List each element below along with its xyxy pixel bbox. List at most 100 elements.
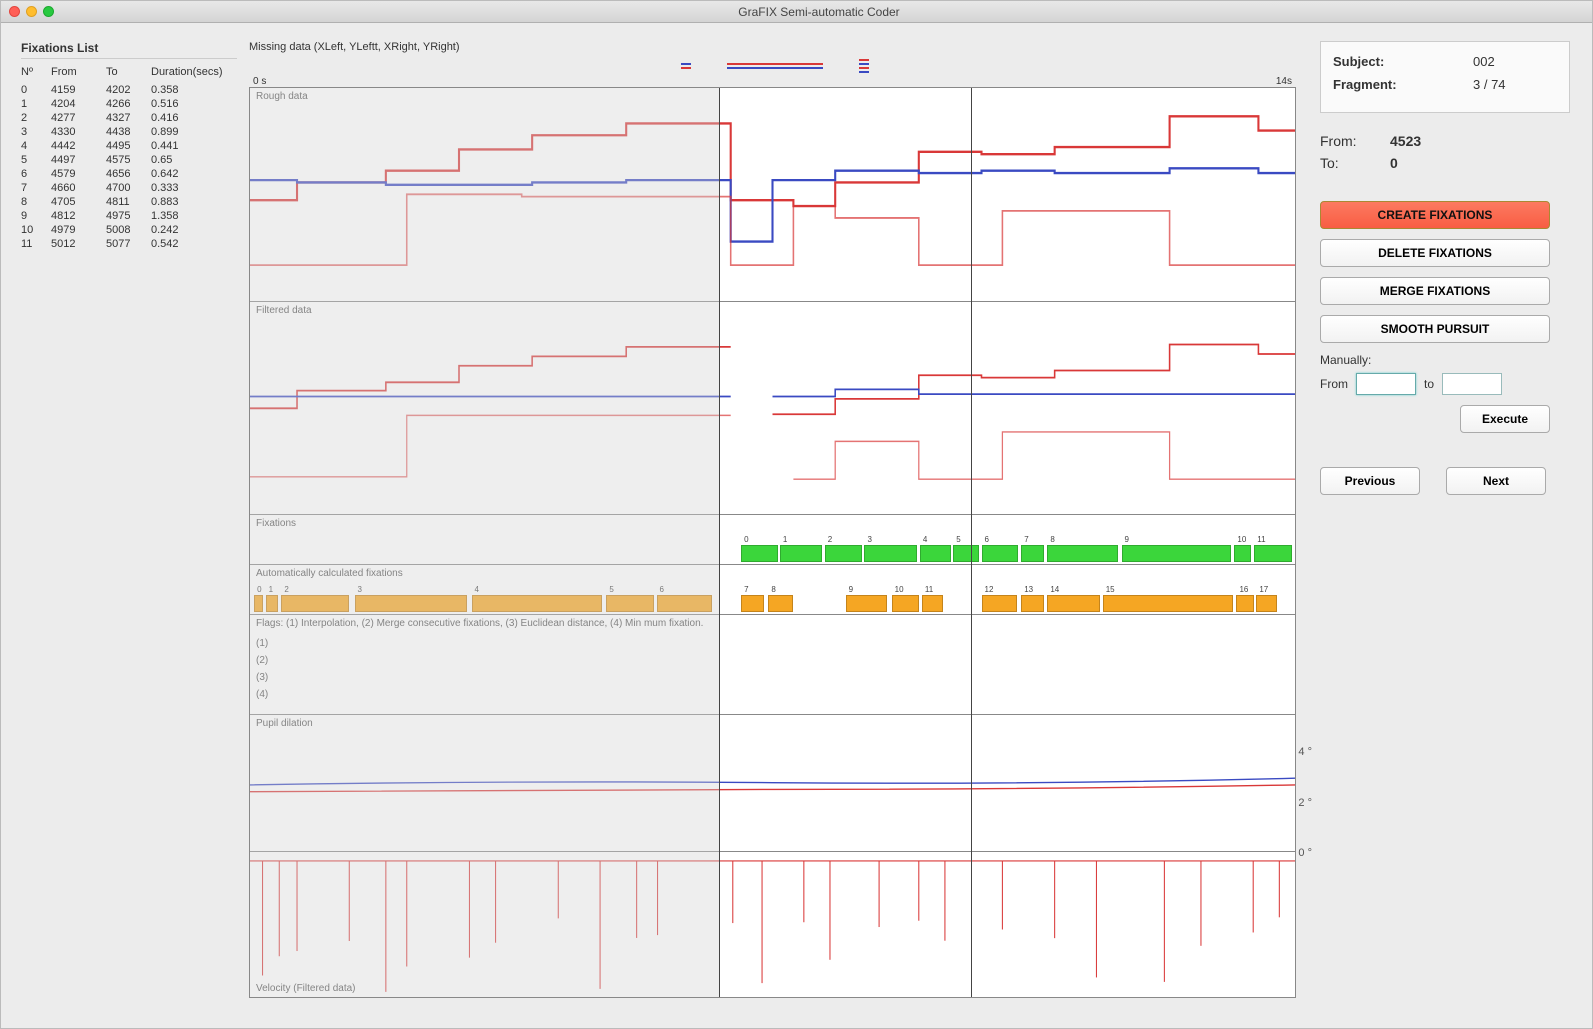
legend-dashes	[859, 59, 869, 73]
fixation-block[interactable]: 5	[953, 545, 979, 562]
fixation-blocks-row[interactable]: 01234567891011	[250, 545, 1295, 562]
auto-fixation-block[interactable]: 16	[1236, 595, 1254, 612]
fixation-block[interactable]: 11	[1254, 545, 1292, 562]
pupil-tick-0: 0 °	[1298, 847, 1312, 859]
auto-fixation-block[interactable]: 5	[606, 595, 654, 612]
from-label: From:	[1320, 133, 1390, 149]
auto-fixation-block[interactable]: 3	[355, 595, 468, 612]
auto-fixation-blocks-row[interactable]: 01234567891011121314151617	[250, 595, 1295, 612]
controls-panel: Subject: 002 Fragment: 3 / 74 From: 4523…	[1312, 23, 1592, 1028]
auto-fixation-block[interactable]: 13	[1021, 595, 1044, 612]
fixation-block[interactable]: 7	[1021, 545, 1044, 562]
auto-fixation-block[interactable]: 6	[657, 595, 712, 612]
fixation-block[interactable]: 0	[741, 545, 778, 562]
fixations-list-panel: Fixations List Nº From To Duration(secs)…	[1, 23, 241, 1028]
fixation-block[interactable]: 8	[1047, 545, 1118, 562]
merge-fixations-button[interactable]: MERGE FIXATIONS	[1320, 277, 1550, 305]
col-to: To	[106, 66, 151, 78]
flag-1: (1)	[256, 635, 268, 652]
delete-fixations-button[interactable]: DELETE FIXATIONS	[1320, 239, 1550, 267]
auto-fixation-block[interactable]: 0	[254, 595, 262, 612]
cursor-line-1[interactable]	[719, 88, 720, 997]
fixations-table-header: Nº From To Duration(secs)	[21, 65, 237, 79]
to-label: To:	[1320, 155, 1390, 171]
flag-3: (3)	[256, 669, 268, 686]
minimize-icon[interactable]	[26, 6, 37, 17]
smooth-pursuit-button[interactable]: SMOOTH PURSUIT	[1320, 315, 1550, 343]
to-value: 0	[1390, 155, 1398, 171]
auto-fixation-block[interactable]: 8	[768, 595, 793, 612]
flag-2: (2)	[256, 652, 268, 669]
filtered-trace	[250, 302, 1295, 515]
axis-start: 0 s	[253, 76, 266, 87]
table-row[interactable]: 7466047000.333	[21, 181, 237, 195]
table-row[interactable]: 6457946560.642	[21, 167, 237, 181]
auto-fixation-block[interactable]: 2	[281, 595, 349, 612]
table-row[interactable]: 3433044380.899	[21, 125, 237, 139]
rough-trace	[250, 88, 1295, 301]
auto-fixations-label: Automatically calculated fixations	[256, 568, 403, 579]
auto-fixation-block[interactable]: 12	[982, 595, 1018, 612]
manual-to-label: to	[1424, 377, 1434, 391]
chart-panel: Missing data (XLeft, YLeftt, XRight, YRi…	[241, 23, 1312, 1028]
manual-to-input[interactable]	[1442, 373, 1502, 395]
col-from: From	[51, 66, 106, 78]
auto-fixation-block[interactable]: 15	[1103, 595, 1234, 612]
previous-button[interactable]: Previous	[1320, 467, 1420, 495]
table-row[interactable]: 2427743270.416	[21, 111, 237, 125]
pupil-panel: Pupil dilation	[250, 715, 1295, 851]
manual-from-input[interactable]	[1356, 373, 1416, 395]
fixation-block[interactable]: 10	[1234, 545, 1251, 562]
auto-fixation-block[interactable]: 11	[922, 595, 943, 612]
maximize-icon[interactable]	[43, 6, 54, 17]
fixation-block[interactable]: 3	[864, 545, 916, 562]
table-row[interactable]: 8470548110.883	[21, 195, 237, 209]
auto-fixation-block[interactable]: 10	[892, 595, 919, 612]
legend-lines	[727, 63, 823, 69]
table-row[interactable]: 11501250770.542	[21, 237, 237, 251]
window-controls	[9, 6, 54, 17]
auto-fixation-block[interactable]: 14	[1047, 595, 1099, 612]
fragment-label: Fragment:	[1333, 77, 1413, 92]
auto-fixations-panel: Automatically calculated fixations 01234…	[250, 565, 1295, 615]
auto-fixation-block[interactable]: 9	[846, 595, 888, 612]
fixation-block[interactable]: 2	[825, 545, 863, 562]
pupil-trace	[250, 715, 1295, 850]
cursor-line-2[interactable]	[971, 88, 972, 997]
table-row[interactable]: 4444244950.441	[21, 139, 237, 153]
velocity-label: Velocity (Filtered data)	[256, 983, 356, 994]
flags-list: (1) (2) (3) (4)	[256, 635, 268, 703]
fragment-value: 3 / 74	[1473, 77, 1506, 92]
fixation-block[interactable]: 1	[780, 545, 822, 562]
close-icon[interactable]	[9, 6, 20, 17]
table-row[interactable]: 0415942020.358	[21, 83, 237, 97]
pupil-tick-4: 4 °	[1298, 746, 1312, 758]
flags-panel: Flags: (1) Interpolation, (2) Merge cons…	[250, 615, 1295, 715]
manually-label: Manually:	[1320, 353, 1570, 367]
col-n: Nº	[21, 66, 51, 78]
next-button[interactable]: Next	[1446, 467, 1546, 495]
fixations-label: Fixations	[256, 518, 296, 529]
flags-title: Flags: (1) Interpolation, (2) Merge cons…	[256, 618, 703, 629]
table-row[interactable]: 5449745750.65	[21, 153, 237, 167]
auto-fixation-block[interactable]: 17	[1256, 595, 1277, 612]
table-row[interactable]: 9481249751.358	[21, 209, 237, 223]
pupil-tick-2: 2 °	[1298, 797, 1312, 809]
create-fixations-button[interactable]: CREATE FIXATIONS	[1320, 201, 1550, 229]
subject-value: 002	[1473, 54, 1495, 69]
manual-from-label: From	[1320, 377, 1348, 391]
fixations-table-body[interactable]: 0415942020.3581420442660.5162427743270.4…	[21, 83, 237, 251]
auto-fixation-block[interactable]: 7	[741, 595, 764, 612]
app-window: GraFIX Semi-automatic Coder Fixations Li…	[0, 0, 1593, 1029]
chart-container[interactable]: Rough data Filtered data	[249, 87, 1296, 998]
table-row[interactable]: 1420442660.516	[21, 97, 237, 111]
execute-button[interactable]: Execute	[1460, 405, 1550, 433]
auto-fixation-block[interactable]: 1	[266, 595, 279, 612]
window-title: GraFIX Semi-automatic Coder	[54, 5, 1584, 19]
fixation-block[interactable]: 9	[1122, 545, 1232, 562]
table-row[interactable]: 10497950080.242	[21, 223, 237, 237]
col-dur: Duration(secs)	[151, 66, 226, 78]
fixation-block[interactable]: 4	[920, 545, 951, 562]
fixation-block[interactable]: 6	[982, 545, 1019, 562]
auto-fixation-block[interactable]: 4	[472, 595, 603, 612]
